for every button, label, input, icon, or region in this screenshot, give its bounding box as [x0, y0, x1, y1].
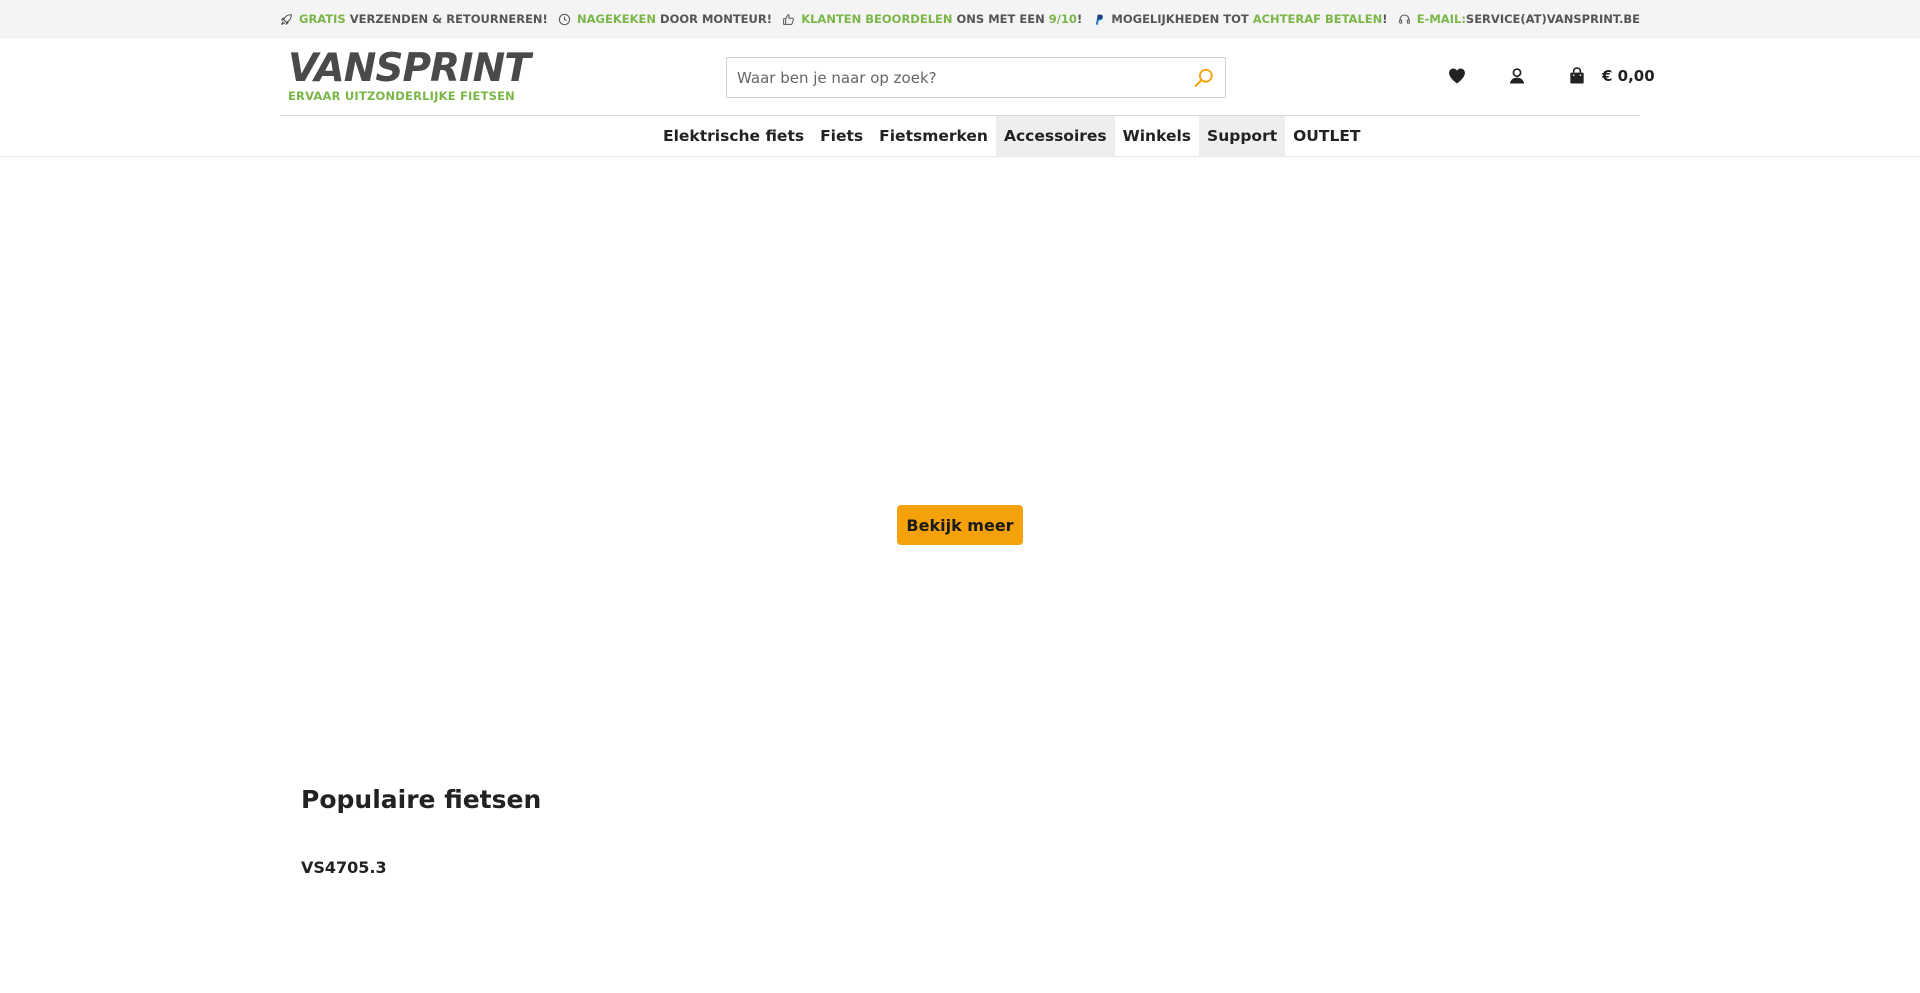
- headset-icon: [1398, 13, 1411, 26]
- usp-highlight: Nagekeken: [577, 12, 657, 26]
- usp-highlight: achteraf betalen: [1252, 12, 1383, 26]
- usp-tail: !: [1382, 12, 1388, 26]
- usp-item-payment: Mogelijkheden tot achteraf betalen!: [1092, 12, 1388, 26]
- nav-item-winkels[interactable]: Winkels: [1115, 116, 1199, 156]
- main-nav: Elektrische fiets Fiets Fietsmerken Accesso…: [0, 116, 1920, 157]
- usp-text: verzenden & retourneren!: [345, 12, 548, 26]
- cart-total[interactable]: € 0,00: [1602, 67, 1655, 85]
- nav-item-support[interactable]: Support: [1199, 116, 1286, 156]
- search-input[interactable]: [727, 58, 1177, 97]
- thumbs-up-icon: [782, 13, 795, 26]
- usp-text: ons met een: [952, 12, 1049, 26]
- nav-item-fietsmerken[interactable]: Fietsmerken: [871, 116, 996, 156]
- logo[interactable]: VANSPRINT ERVAAR UITZONDERLIJKE FIETSEN: [288, 46, 531, 103]
- usp-item-email[interactable]: E-mail:service(at)vansprint.be: [1398, 12, 1640, 26]
- usp-score: 9/10: [1048, 12, 1077, 26]
- user-icon[interactable]: [1505, 64, 1529, 88]
- rocket-icon: [280, 13, 293, 26]
- shopping-bag-icon[interactable]: [1565, 64, 1589, 88]
- usp-highlight: Gratis: [299, 12, 346, 26]
- usp-tail: !: [1076, 12, 1083, 26]
- section-title-popular: Populaire fietsen: [301, 785, 542, 814]
- search-icon[interactable]: [1191, 65, 1217, 91]
- nav-item-outlet[interactable]: OUTLET: [1285, 116, 1368, 156]
- header: VANSPRINT ERVAAR UITZONDERLIJKE FIETSEN …: [280, 38, 1655, 116]
- usp-list: Gratis verzenden & retourneren! Nagekeke…: [280, 0, 1640, 38]
- heart-icon[interactable]: [1445, 64, 1469, 88]
- usp-highlight: E-mail:: [1416, 12, 1466, 26]
- usp-highlight: Klanten beoordelen: [801, 12, 953, 26]
- usp-bar: Gratis verzenden & retourneren! Nagekeke…: [0, 0, 1920, 38]
- logo-tagline: ERVAAR UITZONDERLIJKE FIETSEN: [288, 89, 516, 103]
- clock-icon: [558, 13, 571, 26]
- main-nav-list: Elektrische fiets Fiets Fietsmerken Accesso…: [655, 116, 1369, 156]
- usp-text: door monteur!: [656, 12, 772, 26]
- nav-item-accessoires[interactable]: Accessoires: [995, 116, 1115, 156]
- logo-wordmark: VANSPRINT: [288, 46, 531, 91]
- usp-item-checked: Nagekeken door monteur!: [558, 12, 772, 26]
- search-box: [726, 57, 1226, 98]
- product-title[interactable]: VS4705.3: [301, 858, 387, 877]
- hero-cta-button[interactable]: Bekijk meer: [897, 505, 1023, 545]
- paypal-icon: [1092, 13, 1105, 26]
- usp-item-reviews: Klanten beoordelen ons met een 9/10!: [782, 12, 1082, 26]
- email-link[interactable]: service(at)vansprint.be: [1466, 12, 1640, 26]
- nav-item-elektrische-fiets[interactable]: Elektrische fiets: [655, 116, 812, 156]
- usp-text: Mogelijkheden tot: [1111, 12, 1253, 26]
- nav-item-fiets[interactable]: Fiets: [812, 116, 871, 156]
- usp-item-shipping: Gratis verzenden & retourneren!: [280, 12, 548, 26]
